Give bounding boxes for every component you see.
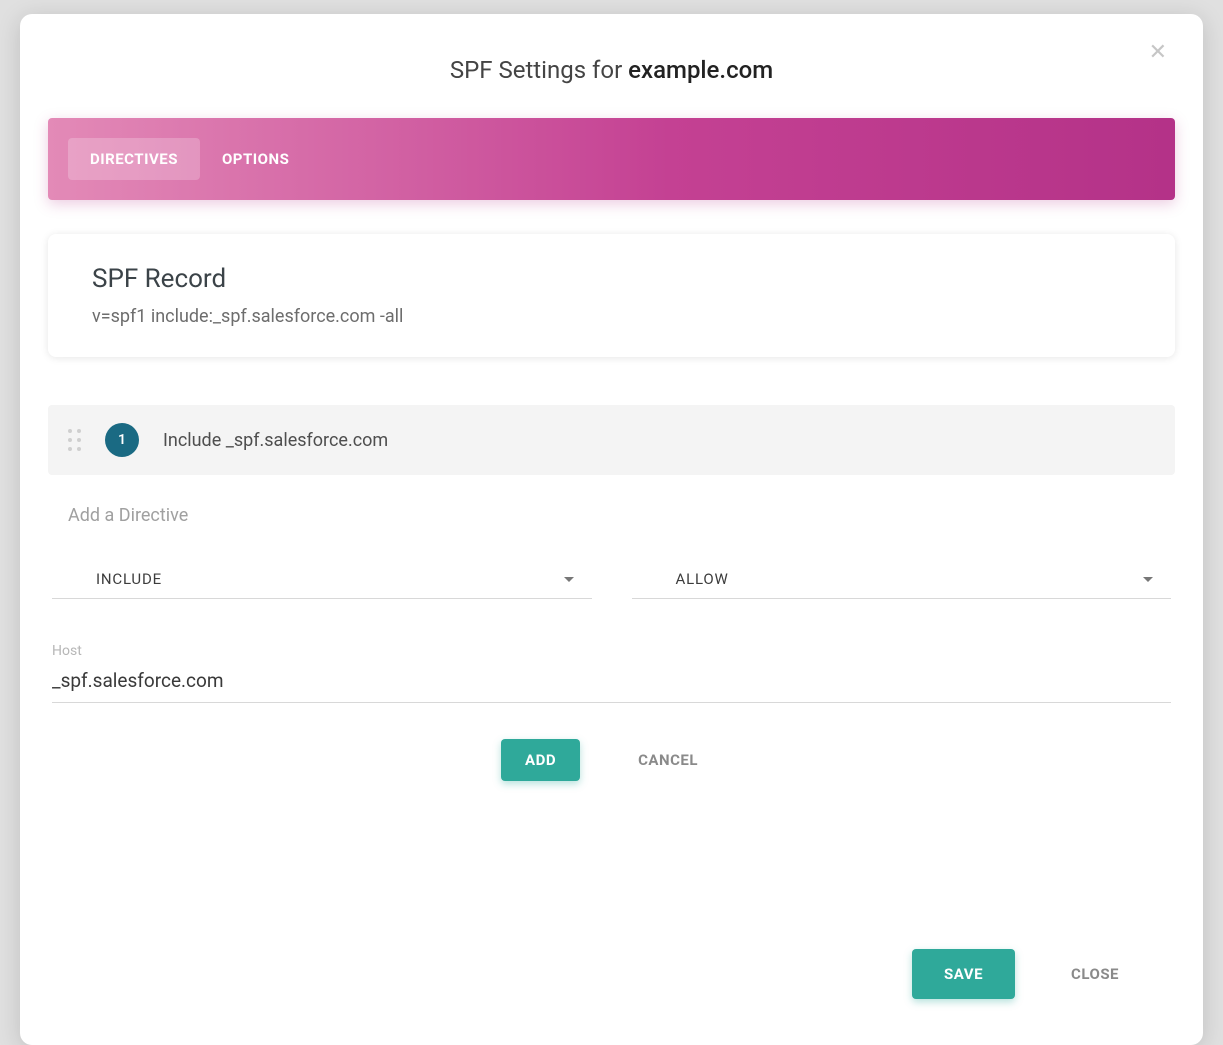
chevron-down-icon: [564, 577, 574, 582]
close-button[interactable]: CLOSE: [1047, 953, 1143, 995]
host-input[interactable]: [52, 665, 1171, 703]
save-button[interactable]: SAVE: [912, 949, 1015, 999]
mechanism-select[interactable]: INCLUDE: [52, 570, 592, 599]
add-directive-label: Add a Directive: [48, 505, 1175, 526]
spf-record-value: v=spf1 include:_spf.salesforce.com -all: [92, 306, 1131, 327]
modal-content: SPF Record v=spf1 include:_spf.salesforc…: [20, 200, 1203, 929]
chevron-down-icon: [1143, 577, 1153, 582]
qualifier-select-value: ALLOW: [676, 570, 729, 588]
modal-title: SPF Settings for example.com: [40, 56, 1183, 84]
directive-row[interactable]: 1 Include _spf.salesforce.com: [48, 405, 1175, 475]
drag-handle-icon[interactable]: [68, 429, 81, 451]
modal-title-prefix: SPF Settings for: [450, 56, 628, 84]
spf-record-card: SPF Record v=spf1 include:_spf.salesforc…: [48, 234, 1175, 357]
spf-record-title: SPF Record: [92, 264, 1131, 294]
directive-text: Include _spf.salesforce.com: [163, 430, 388, 451]
add-button[interactable]: ADD: [501, 739, 580, 781]
modal-header: SPF Settings for example.com ✕: [20, 14, 1203, 118]
tab-options[interactable]: OPTIONS: [200, 138, 311, 180]
add-directive-form: INCLUDE ALLOW Host: [48, 570, 1175, 703]
directive-badge: 1: [105, 423, 139, 457]
mechanism-select-value: INCLUDE: [96, 570, 162, 588]
spf-settings-modal: SPF Settings for example.com ✕ DIRECTIVE…: [20, 14, 1203, 1045]
host-field: Host: [52, 643, 1171, 703]
cancel-button[interactable]: CANCEL: [614, 739, 722, 781]
modal-title-domain: example.com: [628, 56, 773, 84]
modal-footer: SAVE CLOSE: [20, 929, 1203, 1045]
tab-directives[interactable]: DIRECTIVES: [68, 138, 200, 180]
close-icon[interactable]: ✕: [1149, 42, 1167, 64]
qualifier-select[interactable]: ALLOW: [632, 570, 1172, 599]
host-label: Host: [52, 643, 1171, 659]
tabs-bar: DIRECTIVES OPTIONS: [48, 118, 1175, 200]
add-directive-actions: ADD CANCEL: [48, 739, 1175, 781]
